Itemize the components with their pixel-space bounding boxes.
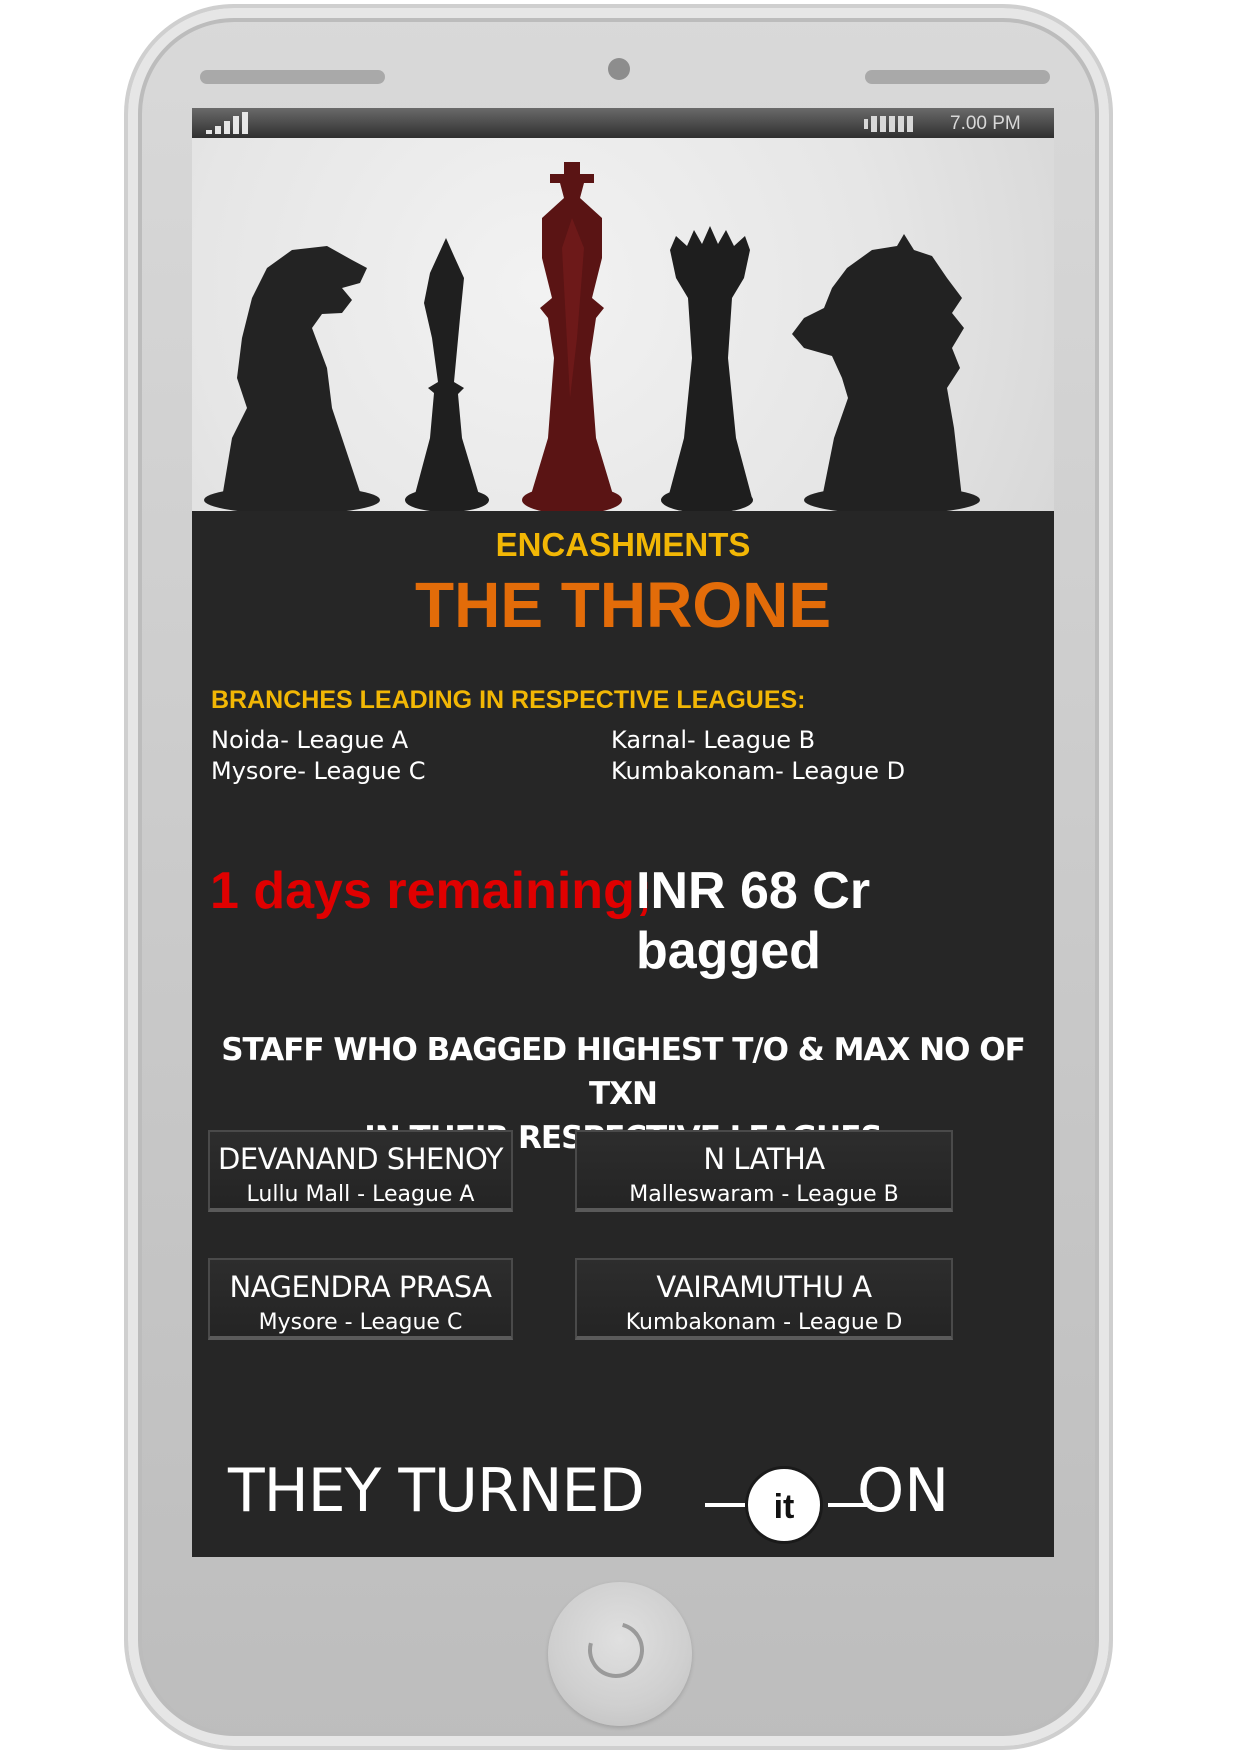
camera-icon: [608, 58, 630, 80]
days-remaining: 1 days remaining;: [210, 862, 653, 920]
screen: 7.00 PM ENCASHMENTS THE THRONE BRANCHES …: [192, 108, 1054, 1557]
staff-card[interactable]: NAGENDRA PRASA Mysore - League C: [208, 1258, 513, 1340]
staff-name: VAIRAMUTHU A: [656, 1270, 872, 1304]
tagline-right: ON: [857, 1456, 950, 1526]
staff-branch: Lullu Mall - League A: [246, 1182, 475, 1207]
branch-item: Kumbakonam- League D: [611, 757, 906, 785]
status-bar: 7.00 PM: [192, 108, 1054, 138]
page-subtitle: ENCASHMENTS: [495, 526, 751, 563]
staff-card[interactable]: DEVANAND SHENOY Lullu Mall - League A: [208, 1130, 513, 1212]
branches-heading: BRANCHES LEADING IN RESPECTIVE LEAGUES:: [211, 686, 806, 714]
signal-icon: [206, 112, 248, 134]
tagline-divider: [705, 1503, 745, 1507]
staff-branch: Malleswaram - League B: [629, 1182, 899, 1207]
queen-piece-icon: [661, 226, 753, 511]
battery-icon: [864, 116, 913, 132]
speaker-right: [865, 70, 1050, 84]
dragon-piece-icon: [792, 234, 980, 511]
staff-name: N LATHA: [703, 1142, 825, 1176]
staff-card[interactable]: N LATHA Malleswaram - League B: [575, 1130, 953, 1212]
staff-card[interactable]: VAIRAMUTHU A Kumbakonam - League D: [575, 1258, 953, 1340]
staff-branch: Mysore - League C: [258, 1310, 463, 1335]
page-title: THE THRONE: [415, 569, 831, 641]
staff-branch: Kumbakonam - League D: [625, 1310, 903, 1335]
wolf-piece-icon: [204, 246, 380, 511]
it-badge: it: [745, 1466, 823, 1544]
staff-name: DEVANAND SHENOY: [218, 1142, 503, 1176]
amount-bagged: INR 68 Cr bagged: [636, 862, 871, 980]
power-icon: [577, 1611, 655, 1689]
chess-pieces-illustration: [192, 138, 1054, 511]
bishop-piece-icon: [405, 238, 489, 511]
status-time: 7.00 PM: [950, 113, 1021, 134]
branch-item: Mysore- League C: [211, 757, 426, 785]
staff-name: NAGENDRA PRASA: [229, 1270, 492, 1304]
speaker-left: [200, 70, 385, 84]
tagline-left: THEY TURNED: [228, 1456, 645, 1526]
staff-heading-line1: STAFF WHO BAGGED HIGHEST T/O & MAX NO OF…: [221, 1032, 1026, 1112]
branch-item: Karnal- League B: [611, 726, 816, 754]
king-piece-icon: [522, 162, 622, 511]
branch-item: Noida- League A: [211, 726, 409, 754]
home-button[interactable]: [548, 1582, 692, 1726]
